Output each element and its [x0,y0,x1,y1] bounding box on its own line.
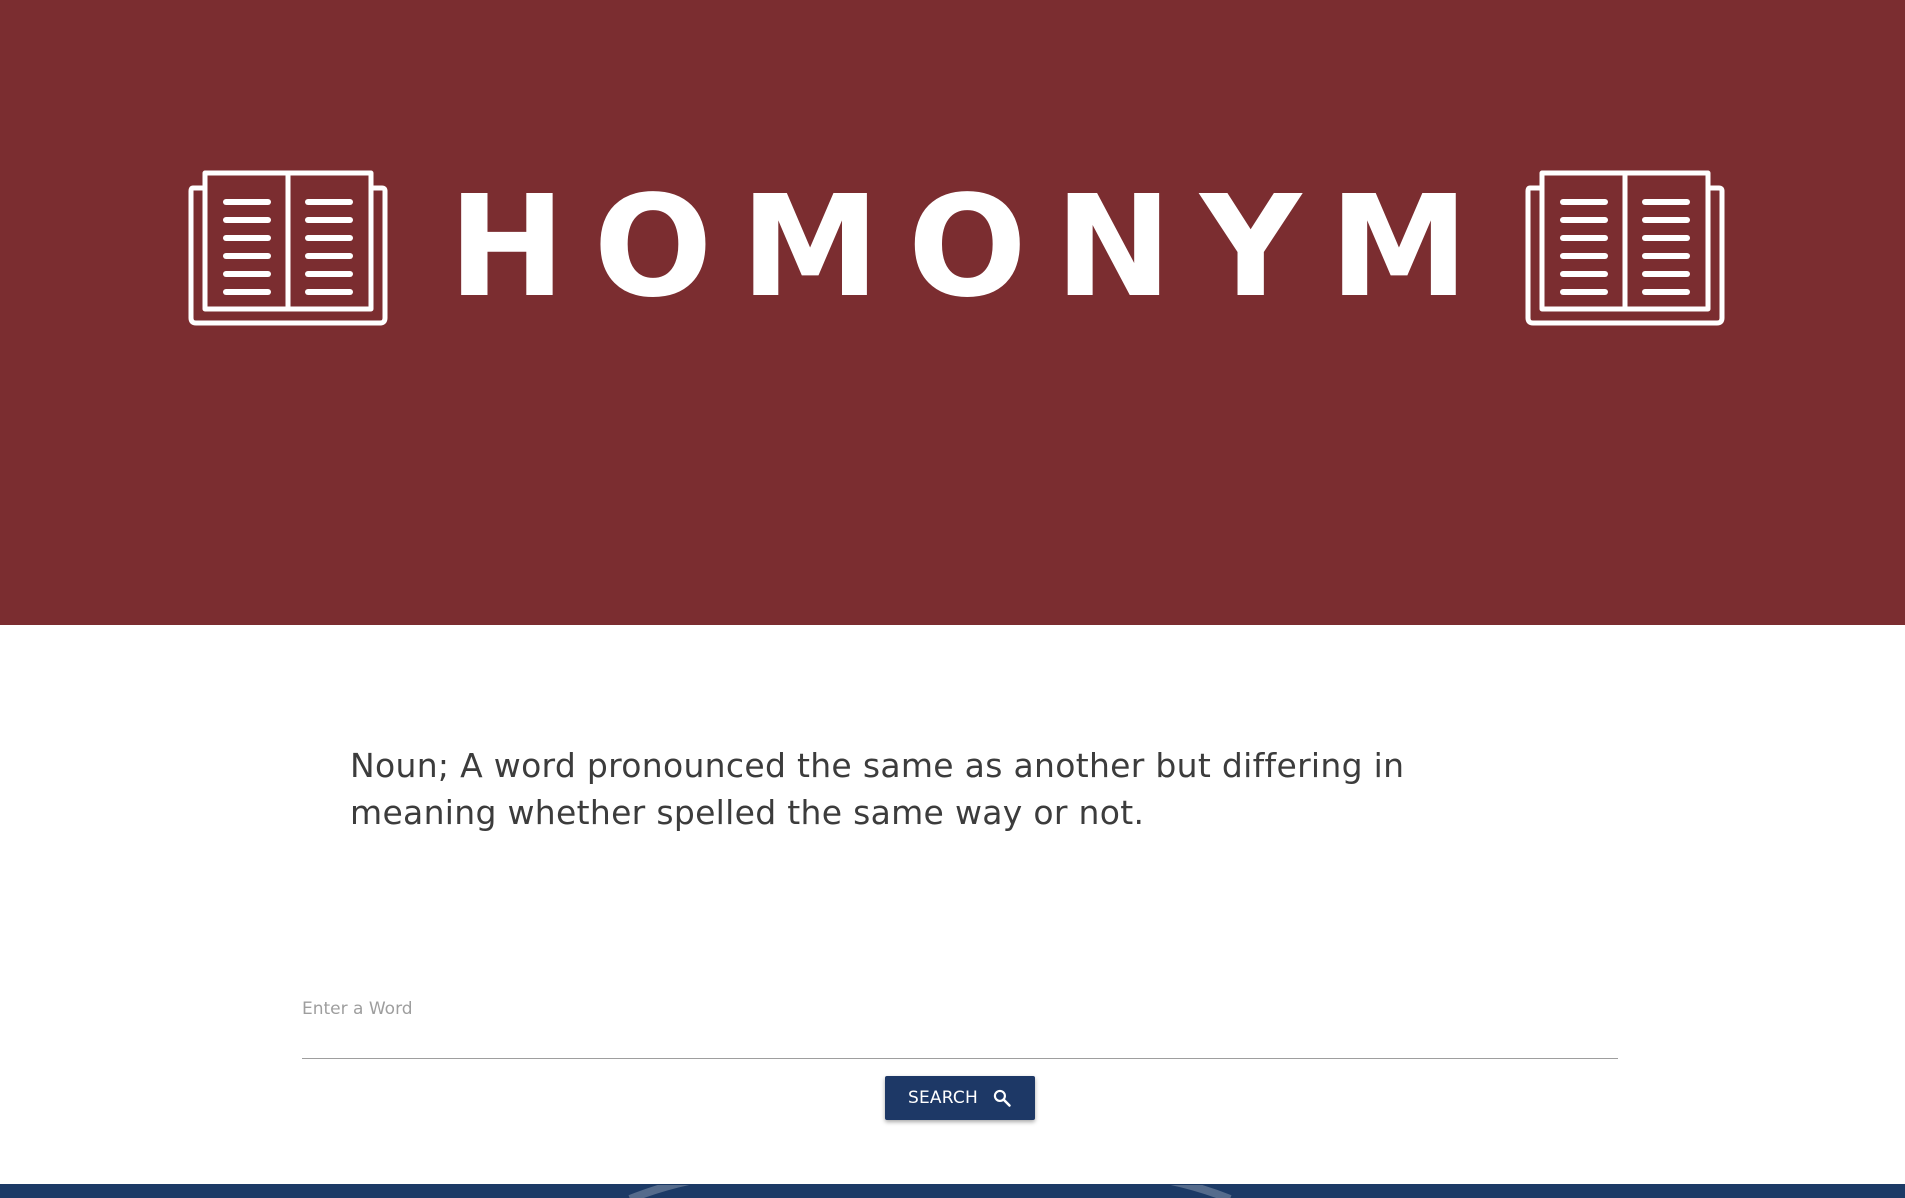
page: HOMONYM Noun; A word pronounced the same… [0,0,1905,1198]
logo: HOMONYM [0,160,1905,335]
open-book-icon [1525,170,1725,326]
search-icon [993,1089,1011,1107]
search-input-label: Enter a Word [302,999,413,1019]
search-button[interactable]: Search [885,1076,1035,1120]
hero-banner: HOMONYM [0,0,1905,625]
search-button-label: Search [908,1088,978,1108]
open-book-icon [188,170,388,326]
footer-decoration [628,1184,1232,1198]
search-field[interactable]: Enter a Word [302,995,1622,1059]
definition-text: Noun; A word pronounced the same as anot… [350,746,1405,832]
logo-wordmark: HOMONYM [448,165,1497,329]
search-input[interactable] [302,1023,1622,1057]
footer-band [0,1184,1905,1198]
